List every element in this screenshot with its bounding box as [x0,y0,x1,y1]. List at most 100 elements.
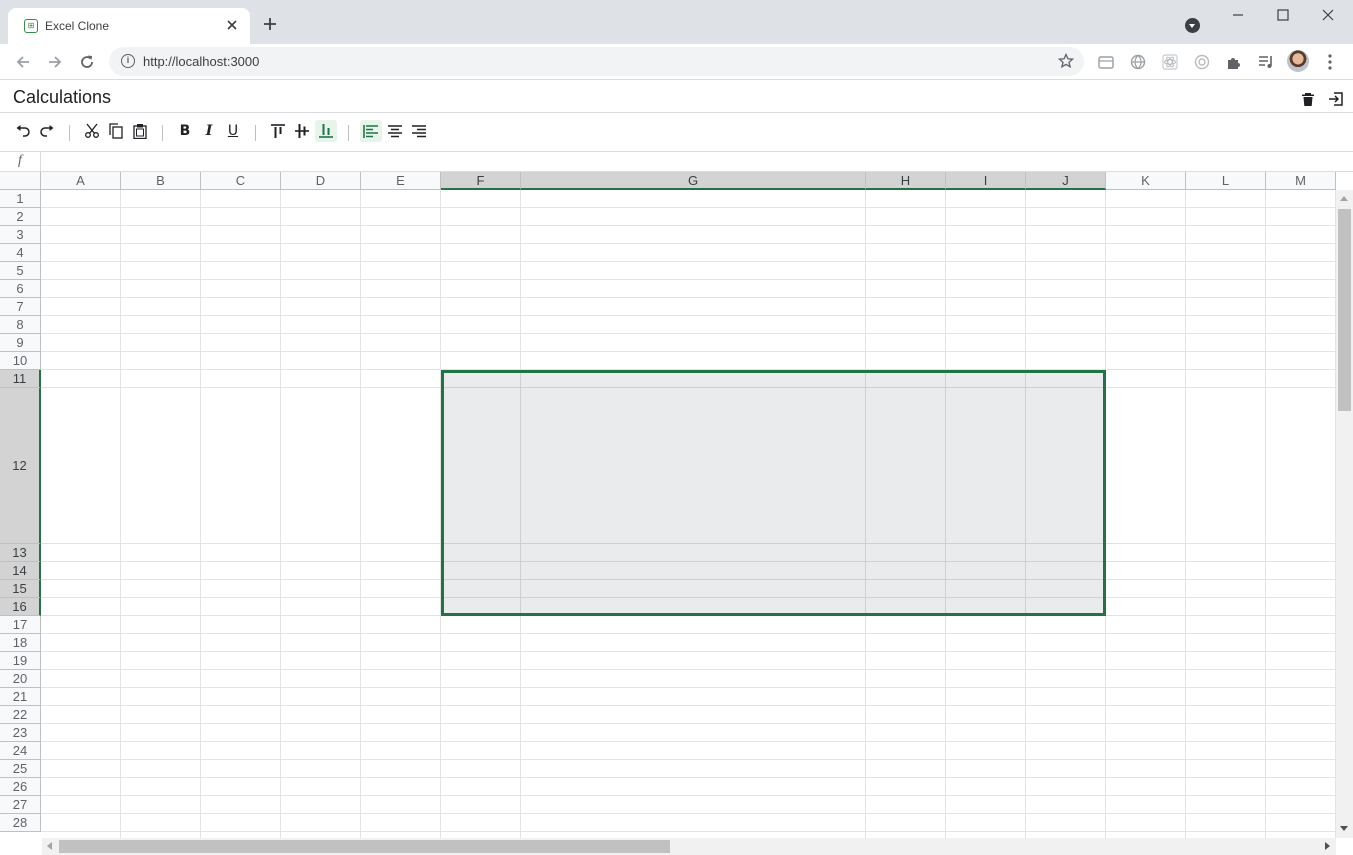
column-header-d[interactable]: D [281,172,361,190]
new-tab-icon[interactable] [262,16,278,32]
column-header-h[interactable]: H [866,172,946,190]
row-header-12[interactable]: 12 [0,388,41,544]
row-header-10[interactable]: 10 [0,352,41,370]
column-header-m[interactable]: M [1266,172,1336,190]
selection-range[interactable] [441,370,1106,616]
row-header-19[interactable]: 19 [0,652,41,670]
row-header-7[interactable]: 7 [0,298,41,316]
vertical-align-bottom-icon [319,124,333,138]
close-window-icon[interactable] [1320,7,1336,23]
row-gridline [41,795,1336,796]
reload-icon[interactable] [78,53,96,71]
row-gridline [41,651,1336,652]
horizontal-scrollbar[interactable] [42,838,1336,855]
row-header-24[interactable]: 24 [0,742,41,760]
forward-icon[interactable] [46,53,64,71]
scroll-down-arrow-icon[interactable] [1340,826,1348,831]
extension-mail-icon[interactable] [1097,53,1115,71]
scroll-up-arrow-icon[interactable] [1340,196,1348,201]
exit-icon[interactable] [1328,91,1344,107]
column-header-f[interactable]: F [441,172,521,190]
row-header-26[interactable]: 26 [0,778,41,796]
row-header-27[interactable]: 27 [0,796,41,814]
extension-target-icon[interactable] [1193,53,1211,71]
profile-avatar[interactable] [1287,50,1309,72]
paste-button[interactable] [129,120,151,142]
sheet-title[interactable]: Calculations [13,87,111,108]
extension-globe-icon[interactable] [1129,53,1147,71]
tab-search-icon[interactable] [1185,18,1200,33]
column-header-l[interactable]: L [1186,172,1266,190]
column-header-e[interactable]: E [361,172,441,190]
site-info-icon[interactable]: i [121,54,135,68]
browser-menu-icon[interactable] [1322,52,1338,72]
row-header-17[interactable]: 17 [0,616,41,634]
row-header-1[interactable]: 1 [0,190,41,208]
undo-button[interactable] [12,120,34,142]
row-gridline [41,279,1336,280]
column-header-k[interactable]: K [1106,172,1186,190]
row-header-25[interactable]: 25 [0,760,41,778]
row-header-22[interactable]: 22 [0,706,41,724]
browser-tab[interactable]: ⊞ Excel Clone [8,8,250,44]
trash-icon[interactable] [1300,91,1316,107]
column-header-a[interactable]: A [41,172,121,190]
row-header-16[interactable]: 16 [0,598,41,616]
select-all-corner[interactable] [0,172,41,190]
bookmark-star-icon[interactable] [1058,53,1074,69]
align-bottom-button[interactable] [315,120,337,142]
row-header-2[interactable]: 2 [0,208,41,226]
row-header-14[interactable]: 14 [0,562,41,580]
row-header-23[interactable]: 23 [0,724,41,742]
scroll-right-arrow-icon[interactable] [1325,842,1330,850]
spreadsheet-grid[interactable]: A B C D E F G H I J K L M 1 2 3 4 5 6 7 8 9 10 11 12 13 14 15 16 17 18… [0,172,1336,838]
row-header-6[interactable]: 6 [0,280,41,298]
align-top-button[interactable] [267,120,289,142]
align-right-button[interactable] [408,120,430,142]
media-control-icon[interactable] [1257,53,1275,71]
row-header-11[interactable]: 11 [0,370,41,388]
scroll-left-arrow-icon[interactable] [47,842,52,850]
row-header-3[interactable]: 3 [0,226,41,244]
copy-icon [109,123,123,139]
row-header-21[interactable]: 21 [0,688,41,706]
align-right-icon [412,125,426,138]
row-header-20[interactable]: 20 [0,670,41,688]
minimize-icon[interactable] [1230,7,1246,23]
maximize-icon[interactable] [1275,7,1291,23]
horizontal-scroll-thumb[interactable] [59,840,670,853]
row-header-5[interactable]: 5 [0,262,41,280]
row-header-28[interactable]: 28 [0,814,41,832]
extension-react-icon[interactable] [1161,53,1179,71]
row-gridline [41,669,1336,670]
row-header-18[interactable]: 18 [0,634,41,652]
address-bar[interactable]: i http://localhost:3000 [109,47,1084,76]
column-header-i[interactable]: I [946,172,1026,190]
underline-button[interactable]: U [222,120,244,142]
row-header-8[interactable]: 8 [0,316,41,334]
row-header-4[interactable]: 4 [0,244,41,262]
cut-button[interactable] [81,120,103,142]
extensions-puzzle-icon[interactable] [1225,53,1243,71]
align-middle-button[interactable] [291,120,313,142]
browser-toolbar: i http://localhost:3000 [0,44,1353,80]
undo-icon [16,125,30,137]
italic-button[interactable]: I [198,120,220,142]
row-header-15[interactable]: 15 [0,580,41,598]
row-header-9[interactable]: 9 [0,334,41,352]
align-center-button[interactable] [384,120,406,142]
bold-button[interactable]: B [174,120,196,142]
column-header-c[interactable]: C [201,172,281,190]
row-header-13[interactable]: 13 [0,544,41,562]
column-header-j[interactable]: J [1026,172,1106,190]
vertical-scroll-thumb[interactable] [1338,209,1351,411]
copy-button[interactable] [105,120,127,142]
formula-input[interactable] [44,152,1349,171]
vertical-scrollbar[interactable] [1336,190,1353,838]
redo-button[interactable] [36,120,58,142]
align-left-button[interactable] [360,120,382,142]
column-header-g[interactable]: G [521,172,866,190]
close-tab-icon[interactable] [224,17,240,33]
column-header-b[interactable]: B [121,172,201,190]
back-icon[interactable] [14,53,32,71]
